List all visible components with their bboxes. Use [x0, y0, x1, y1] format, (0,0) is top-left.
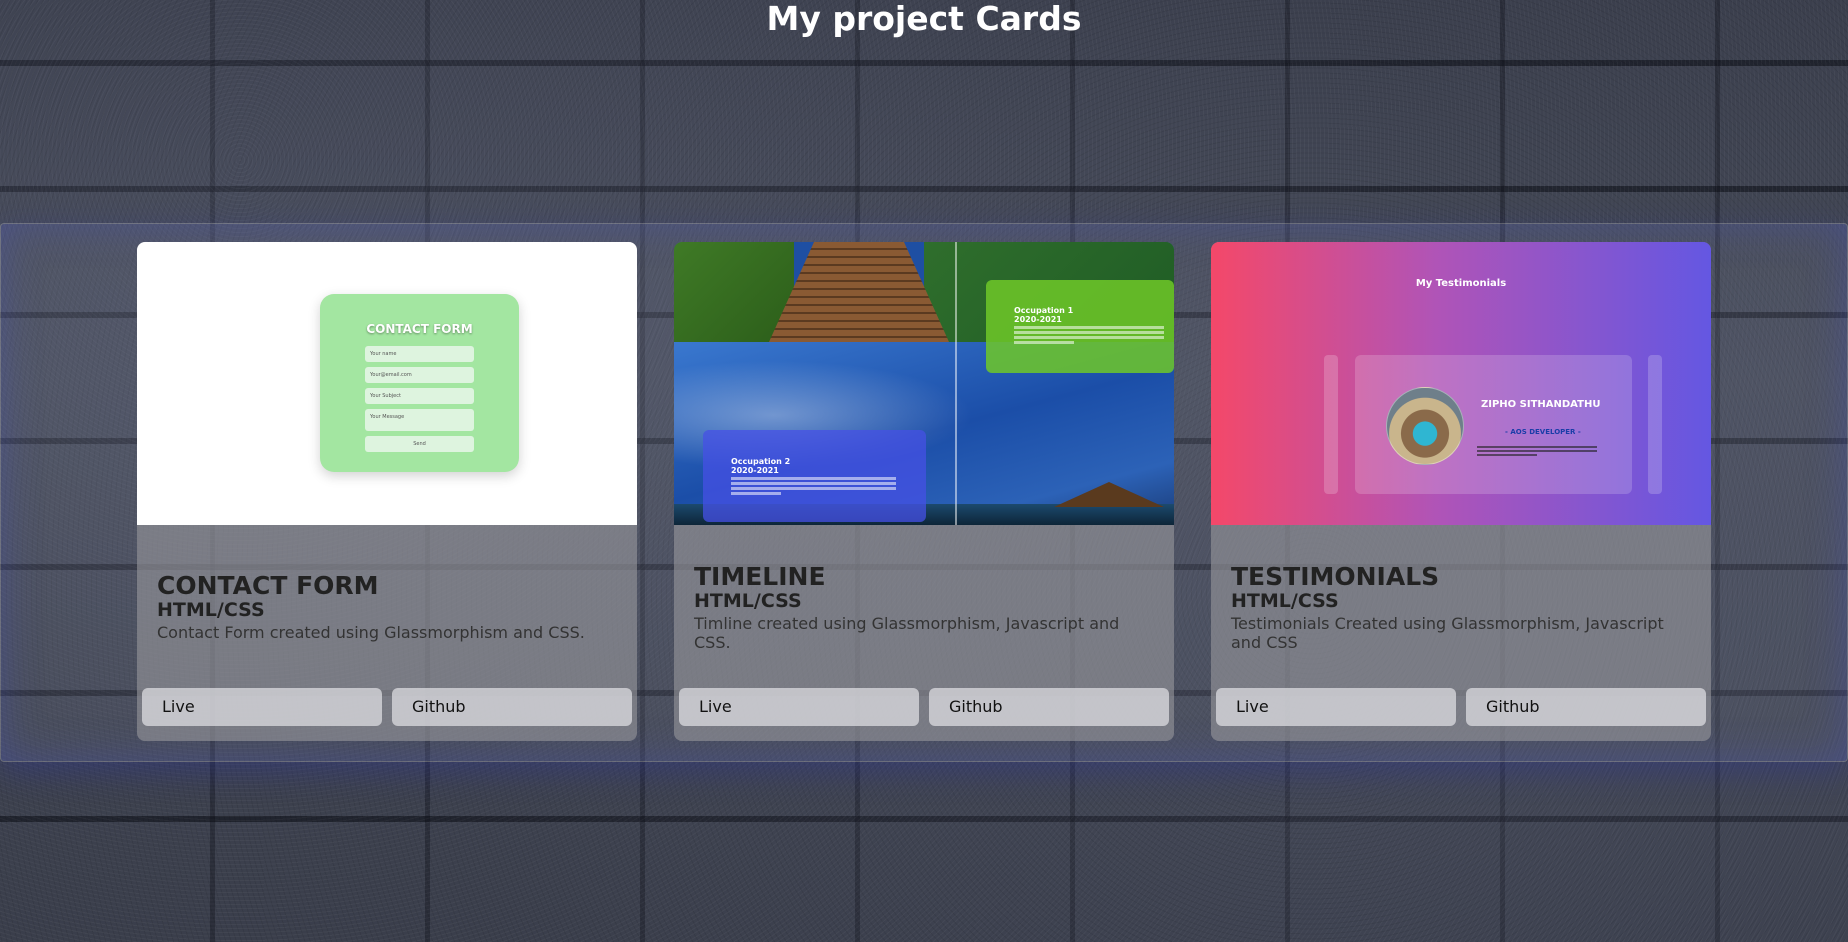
card-title: TESTIMONIALS	[1231, 562, 1440, 591]
live-button[interactable]: Live	[1216, 688, 1456, 726]
timeline-entry-2: Occupation 2 2020-2021	[703, 430, 926, 522]
card-tech: HTML/CSS	[157, 599, 265, 621]
preview-field-email: Your@email.com	[365, 367, 474, 383]
live-button[interactable]: Live	[679, 688, 919, 726]
github-button[interactable]: Github	[392, 688, 632, 726]
github-button[interactable]: Github	[929, 688, 1169, 726]
card-tech: HTML/CSS	[1231, 590, 1339, 612]
project-card-contact-form: CONTACT FORM Your name Your@email.com Yo…	[137, 242, 637, 741]
card-title: TIMELINE	[694, 562, 826, 591]
slide-prev-edge	[1324, 355, 1338, 494]
timeline-entry-1: Occupation 1 2020-2021	[986, 280, 1174, 373]
preview-heading: CONTACT FORM	[366, 322, 473, 336]
entry-heading: Occupation 1	[1014, 306, 1074, 315]
preview-field-name: Your name	[365, 346, 474, 362]
testimonial-role: - AOS DEVELOPER -	[1505, 428, 1581, 436]
preview-field-message: Your Message	[365, 409, 474, 431]
preview-field-subject: Your Subject	[365, 388, 474, 404]
entry-years: 2020-2021	[731, 466, 779, 475]
card-text: CONTACT FORM HTML/CSS Contact Form creat…	[157, 571, 617, 643]
slide-next-edge	[1648, 355, 1662, 494]
entry-text-lines	[1014, 326, 1174, 344]
avatar	[1386, 387, 1464, 465]
entry-text-lines	[731, 477, 926, 495]
entry-years: 2020-2021	[1014, 315, 1062, 324]
card-preview-image: My Testimonials ZIPHO SITHANDATHU - AOS …	[1211, 242, 1711, 525]
preview-send-button: Send	[365, 436, 474, 452]
testimonial-slide: ZIPHO SITHANDATHU - AOS DEVELOPER -	[1355, 355, 1632, 494]
card-preview-image: CONTACT FORM Your name Your@email.com Yo…	[137, 242, 637, 525]
card-text: TESTIMONIALS HTML/CSS Testimonials Creat…	[1231, 562, 1691, 653]
card-title: CONTACT FORM	[157, 571, 379, 600]
card-description: Contact Form created using Glassmorphism…	[157, 623, 585, 642]
testimonial-quote-lines	[1477, 444, 1602, 458]
contact-form-preview: CONTACT FORM Your name Your@email.com Yo…	[320, 294, 519, 472]
preview-heading: My Testimonials	[1415, 278, 1507, 289]
card-description: Timline created using Glassmorphism, Jav…	[694, 614, 1120, 652]
boardwalk	[769, 242, 949, 342]
live-button[interactable]: Live	[142, 688, 382, 726]
card-tech: HTML/CSS	[694, 590, 802, 612]
project-card-testimonials: My Testimonials ZIPHO SITHANDATHU - AOS …	[1211, 242, 1711, 741]
card-description: Testimonials Created using Glassmorphism…	[1231, 614, 1664, 652]
testimonial-name: ZIPHO SITHANDATHU	[1481, 399, 1601, 410]
project-card-timeline: Occupation 1 2020-2021 Occupation 2 2020…	[674, 242, 1174, 741]
timeline-line	[955, 242, 957, 525]
card-preview-image: Occupation 1 2020-2021 Occupation 2 2020…	[674, 242, 1174, 525]
entry-heading: Occupation 2	[731, 457, 791, 466]
card-text: TIMELINE HTML/CSS Timline created using …	[694, 562, 1154, 653]
page-title: My project Cards	[766, 0, 1082, 38]
github-button[interactable]: Github	[1466, 688, 1706, 726]
